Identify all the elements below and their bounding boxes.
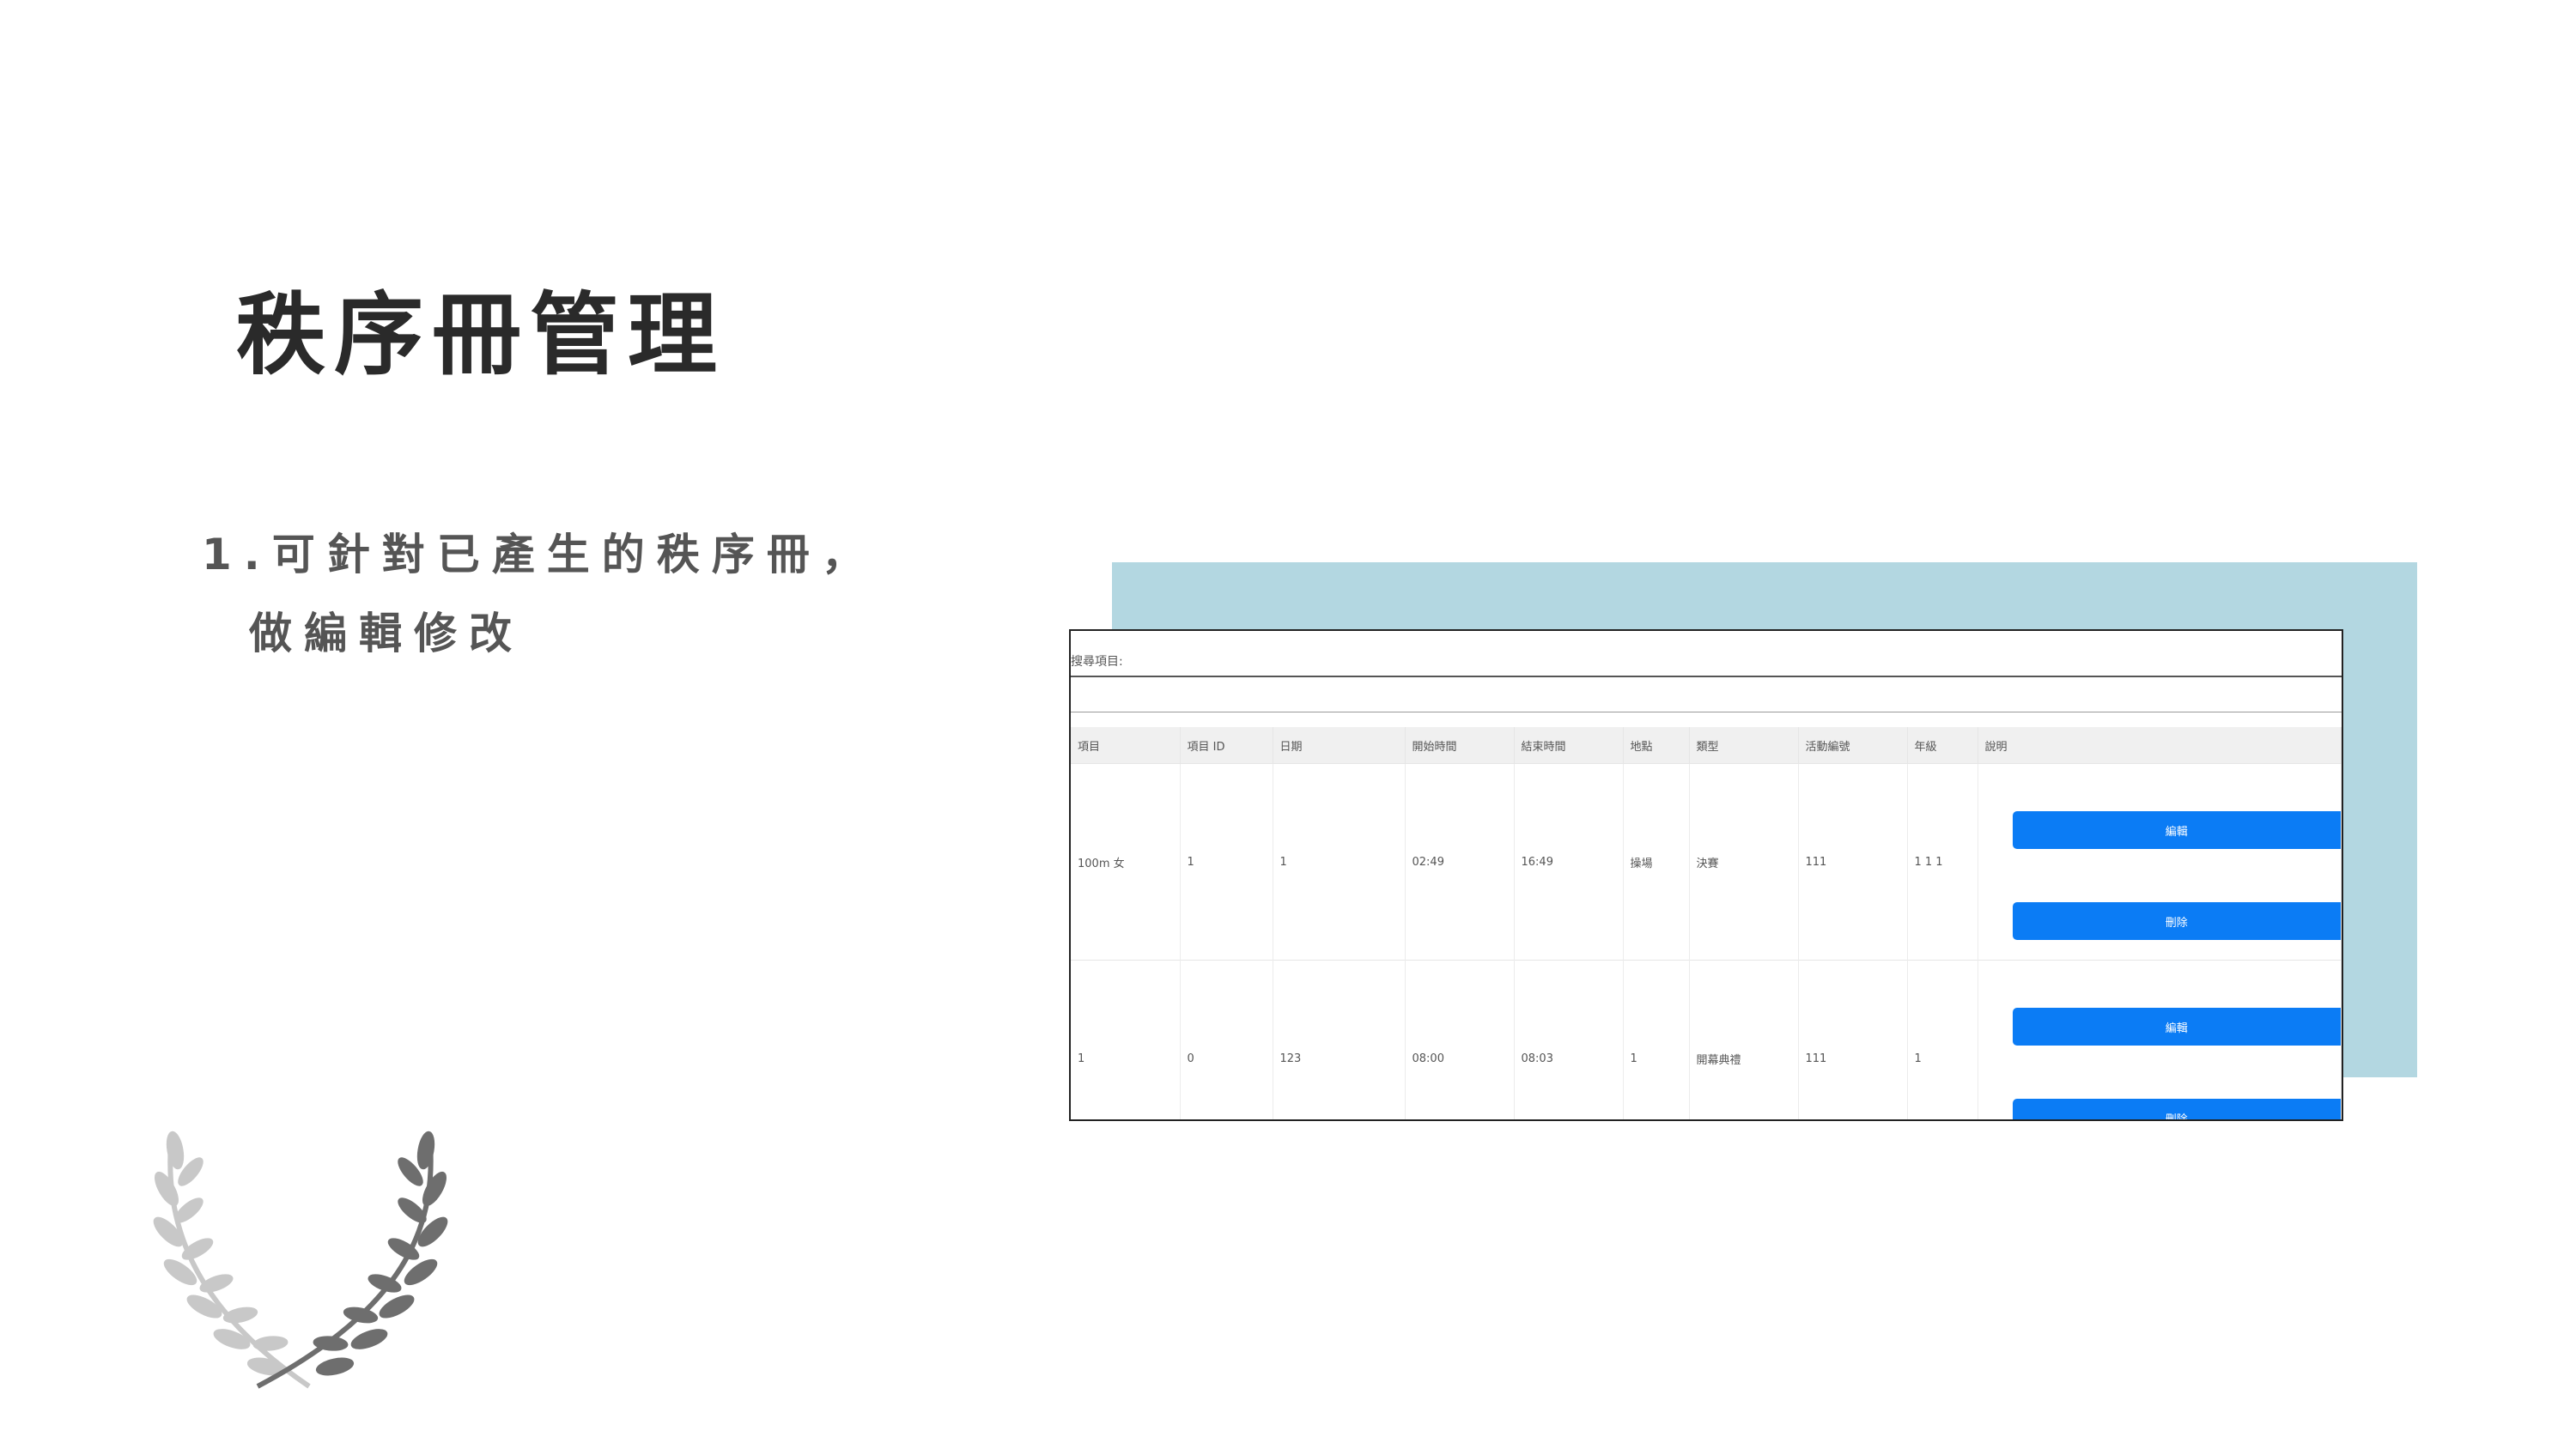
laurel-wreath-icon	[153, 1131, 448, 1389]
table-header-row: 項目 項目 ID 日期 開始時間 結束時間 地點 類型 活動編號 年級 說明	[1071, 727, 2342, 764]
cell-type: 開幕典禮	[1689, 960, 1799, 1119]
app-screenshot: 搜尋項目: 項目 項目 ID 日期 開始時間 結束時間 地點 類型 活動編號 年…	[1069, 629, 2343, 1121]
column-header[interactable]: 說明	[1978, 727, 2342, 764]
column-header[interactable]: 活動編號	[1798, 727, 1908, 764]
bullet-line-2: 做編輯修改	[249, 609, 524, 658]
column-header[interactable]: 項目	[1071, 727, 1181, 764]
table-row: 1 0 123 08:00 08:03 1 開幕典禮 111 1 編輯 刪除	[1071, 960, 2342, 1119]
column-header[interactable]: 項目 ID	[1180, 727, 1273, 764]
bullet-text: 1.可針對已產生的秩序冊， 做編輯修改	[202, 515, 877, 673]
cell-activity-no: 111	[1798, 763, 1908, 961]
cell-item-id: 0	[1180, 960, 1273, 1119]
cell-item-id: 1	[1180, 763, 1273, 961]
cell-start-time: 02:49	[1405, 763, 1515, 961]
table-row: 100m 女 1 1 02:49 16:49 操場 決賽 111 1 1 1 編…	[1071, 763, 2342, 961]
slide-title: 秩序冊管理	[236, 282, 726, 387]
cell-end-time: 08:03	[1514, 960, 1624, 1119]
column-header[interactable]: 年級	[1907, 727, 1978, 764]
column-header[interactable]: 結束時間	[1514, 727, 1624, 764]
cell-end-time: 16:49	[1514, 763, 1624, 961]
edit-button[interactable]: 編輯	[2012, 1008, 2341, 1046]
bullet-line-1: 1.可針對已產生的秩序冊，	[202, 530, 877, 579]
schedule-table: 項目 項目 ID 日期 開始時間 結束時間 地點 類型 活動編號 年級 說明 1…	[1071, 727, 2342, 1119]
cell-date: 123	[1273, 960, 1406, 1119]
laurel-left-branch	[153, 1131, 311, 1389]
cell-actions: 編輯 刪除	[1978, 960, 2342, 1119]
cell-type: 決賽	[1689, 763, 1799, 961]
cell-place: 1	[1623, 960, 1690, 1119]
cell-grade: 1	[1907, 960, 1978, 1119]
edit-button[interactable]: 編輯	[2012, 811, 2341, 849]
cell-grade: 1 1 1	[1907, 763, 1978, 961]
search-underline	[1071, 676, 2342, 677]
cell-item: 1	[1071, 960, 1181, 1119]
cell-activity-no: 111	[1798, 960, 1908, 1119]
delete-button[interactable]: 刪除	[2012, 902, 2341, 940]
column-header[interactable]: 類型	[1689, 727, 1799, 764]
column-header[interactable]: 開始時間	[1405, 727, 1515, 764]
cell-place: 操場	[1623, 763, 1690, 961]
cell-actions: 編輯 刪除	[1978, 763, 2342, 961]
cell-start-time: 08:00	[1405, 960, 1515, 1119]
column-header[interactable]: 日期	[1273, 727, 1406, 764]
laurel-right-branch	[256, 1131, 448, 1389]
search-label: 搜尋項目:	[1071, 655, 1123, 669]
column-header[interactable]: 地點	[1623, 727, 1690, 764]
delete-button[interactable]: 刪除	[2012, 1099, 2341, 1119]
cell-item: 100m 女	[1071, 763, 1181, 961]
cell-date: 1	[1273, 763, 1406, 961]
